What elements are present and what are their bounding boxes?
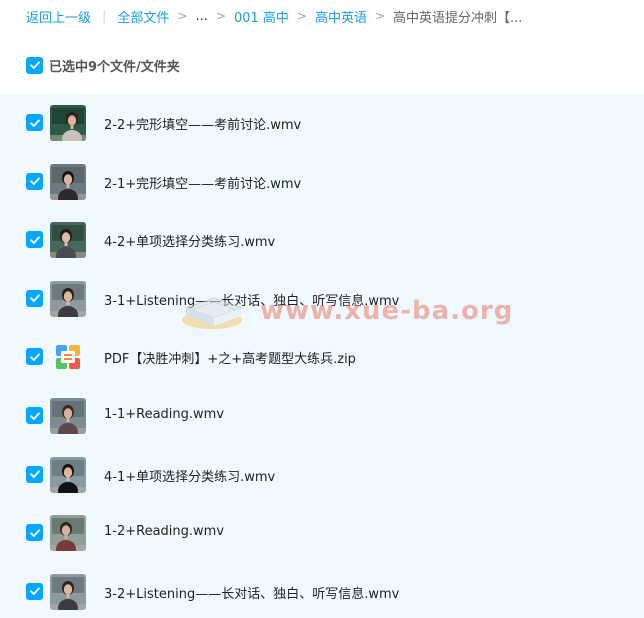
check-icon xyxy=(29,587,40,596)
file-name[interactable]: 4-1+单项选择分类练习.wmv xyxy=(104,466,275,485)
breadcrumb-separator: > xyxy=(215,9,226,23)
check-icon xyxy=(29,294,40,303)
file-manager-page: 返回上一级 | 全部文件 > ... > 001 高中 > 高中英语 > 高中英… xyxy=(0,0,644,618)
file-name[interactable]: 3-1+Listening——长对话、独白、听写信息.wmv xyxy=(104,290,399,309)
file-row[interactable]: 2-2+完形填空——考前讨论.wmv xyxy=(0,94,644,152)
file-row[interactable]: 1-1+Reading.wmv xyxy=(0,387,644,445)
file-name[interactable]: 4-2+单项选择分类练习.wmv xyxy=(104,231,275,250)
zip-file-icon[interactable] xyxy=(50,339,86,375)
video-thumbnail[interactable] xyxy=(50,280,86,317)
file-name[interactable]: 2-1+完形填空——考前讨论.wmv xyxy=(104,173,301,192)
file-checkbox[interactable] xyxy=(26,289,43,307)
breadcrumb-ellipsis[interactable]: ... xyxy=(195,9,207,24)
file-checkbox[interactable] xyxy=(26,348,43,366)
breadcrumb-level1[interactable]: 001 高中 xyxy=(234,7,289,26)
file-name[interactable]: PDF【决胜冲刺】+之+高考题型大练兵.zip xyxy=(104,348,356,367)
breadcrumb: 返回上一级 | 全部文件 > ... > 001 高中 > 高中英语 > 高中英… xyxy=(26,6,522,26)
breadcrumb-all-files[interactable]: 全部文件 xyxy=(117,7,169,26)
file-row[interactable]: 3-2+Listening——长对话、独白、听写信息.wmv xyxy=(0,563,644,618)
file-row[interactable]: 3-1+Listening——长对话、独白、听写信息.wmv xyxy=(0,270,644,328)
back-link[interactable]: 返回上一级 xyxy=(26,7,91,26)
video-thumbnail[interactable] xyxy=(50,163,86,200)
file-name[interactable]: 3-2+Listening——长对话、独白、听写信息.wmv xyxy=(104,583,399,602)
video-thumbnail[interactable] xyxy=(50,515,86,552)
check-icon xyxy=(29,529,40,537)
file-row[interactable]: PDF【决胜冲刺】+之+高考题型大练兵.zip xyxy=(0,328,644,386)
file-name[interactable]: 1-2+Reading.wmv xyxy=(104,524,224,539)
file-checkbox[interactable] xyxy=(26,407,43,424)
breadcrumb-divider: | xyxy=(102,8,107,24)
breadcrumb-separator: > xyxy=(177,9,188,23)
file-row[interactable]: 2-1+完形填空——考前讨论.wmv xyxy=(0,153,644,211)
file-checkbox[interactable] xyxy=(26,524,43,542)
file-row[interactable]: 4-1+单项选择分类练习.wmv xyxy=(0,446,644,504)
breadcrumb-level2[interactable]: 高中英语 xyxy=(315,7,367,26)
file-checkbox[interactable] xyxy=(26,114,43,131)
file-name[interactable]: 1-1+Reading.wmv xyxy=(104,407,224,422)
file-list: 2-2+完形填空——考前讨论.wmv 2-1+完形填空——考前讨论.wmv 4-… xyxy=(0,94,644,618)
check-icon xyxy=(29,61,40,69)
select-all-checkbox[interactable] xyxy=(26,56,43,74)
selection-summary: 已选中9个文件/文件夹 xyxy=(26,55,180,75)
check-icon xyxy=(29,353,40,361)
file-row[interactable]: 1-2+Reading.wmv xyxy=(0,504,644,562)
file-checkbox[interactable] xyxy=(26,582,43,600)
file-row[interactable]: 4-2+单项选择分类练习.wmv xyxy=(0,211,644,269)
breadcrumb-separator: > xyxy=(296,9,307,23)
file-checkbox[interactable] xyxy=(26,231,43,249)
video-thumbnail[interactable] xyxy=(50,105,86,141)
check-icon xyxy=(29,470,40,478)
video-thumbnail[interactable] xyxy=(50,222,86,259)
video-thumbnail[interactable] xyxy=(50,573,86,610)
breadcrumb-current: 高中英语提分冲刺【... xyxy=(393,10,523,26)
file-checkbox[interactable] xyxy=(26,465,43,483)
selection-count-label: 已选中9个文件/文件夹 xyxy=(49,59,180,75)
check-icon xyxy=(29,236,40,244)
file-checkbox[interactable] xyxy=(26,172,43,190)
check-icon xyxy=(29,177,40,185)
file-name[interactable]: 2-2+完形填空——考前讨论.wmv xyxy=(104,114,301,133)
video-thumbnail[interactable] xyxy=(50,456,86,493)
breadcrumb-separator: > xyxy=(374,9,386,23)
check-icon xyxy=(29,119,40,127)
video-thumbnail[interactable] xyxy=(50,398,86,434)
check-icon xyxy=(29,412,40,420)
